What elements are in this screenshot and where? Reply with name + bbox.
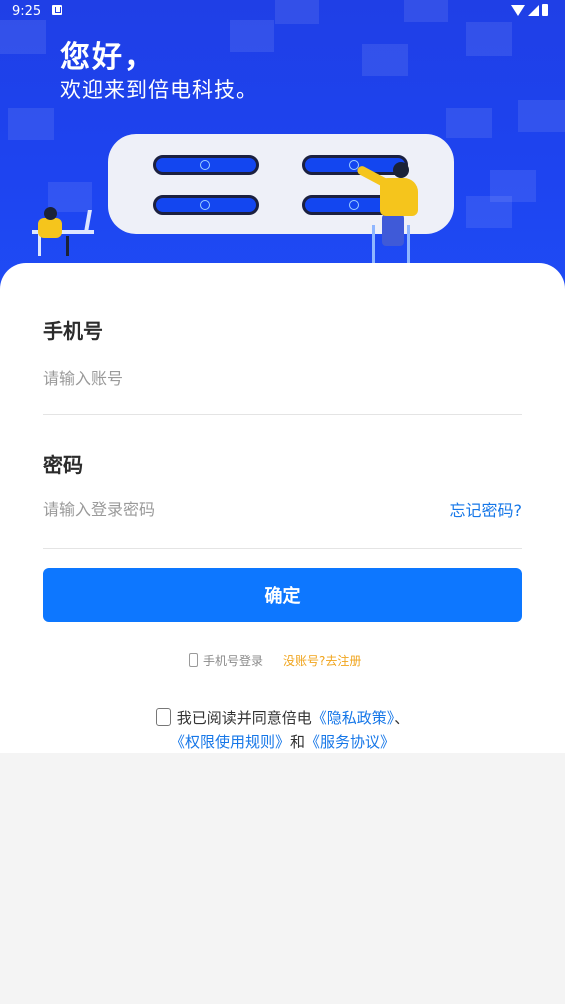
wifi-icon [511, 5, 525, 16]
signal-icon [528, 5, 539, 16]
greeting-title: 您好， [60, 40, 156, 75]
phone-login-label: 手机号登录 [203, 654, 264, 668]
status-bar: 9:25 [0, 0, 565, 24]
phone-input[interactable] [43, 365, 343, 391]
forgot-password-link[interactable]: 忘记密码? [450, 497, 523, 521]
agreement-prefix: 我已阅读并同意倍电 [176, 709, 312, 727]
confirm-button[interactable]: 确定 [43, 568, 522, 622]
password-input[interactable] [43, 496, 343, 522]
permission-rules-link[interactable]: 《权限使用规则》 [170, 733, 290, 751]
service-agreement-link[interactable]: 《服务协议》 [305, 733, 395, 751]
power-bank-slot [302, 155, 408, 175]
register-link[interactable]: 没账号?去注册 [283, 652, 361, 669]
phone-divider [43, 414, 522, 415]
welcome-text: 欢迎来到倍电科技。 [60, 78, 258, 102]
password-label: 密码 [43, 453, 83, 477]
privacy-policy-link[interactable]: 《隐私政策》 [312, 709, 395, 727]
power-bank-slot [153, 195, 259, 215]
hero-banner: 9:25 您好， 欢迎来到倍电科技。 [0, 0, 565, 300]
phone-login-link[interactable]: 手机号登录 [189, 652, 263, 669]
password-divider [43, 548, 522, 549]
status-time: 9:25 [12, 4, 42, 19]
status-icons [511, 4, 551, 18]
agreement-separator: 、 [394, 709, 410, 727]
battery-icon [542, 4, 548, 16]
notification-icon [52, 5, 62, 15]
phone-label: 手机号 [43, 319, 103, 343]
phone-icon [189, 653, 198, 667]
power-bank-slot [153, 155, 259, 175]
agreement-and: 和 [289, 733, 305, 751]
agreement-checkbox[interactable] [155, 708, 171, 726]
agreement-block: 我已阅读并同意倍电《隐私政策》、 《权限使用规则》和《服务协议》 [0, 706, 565, 754]
